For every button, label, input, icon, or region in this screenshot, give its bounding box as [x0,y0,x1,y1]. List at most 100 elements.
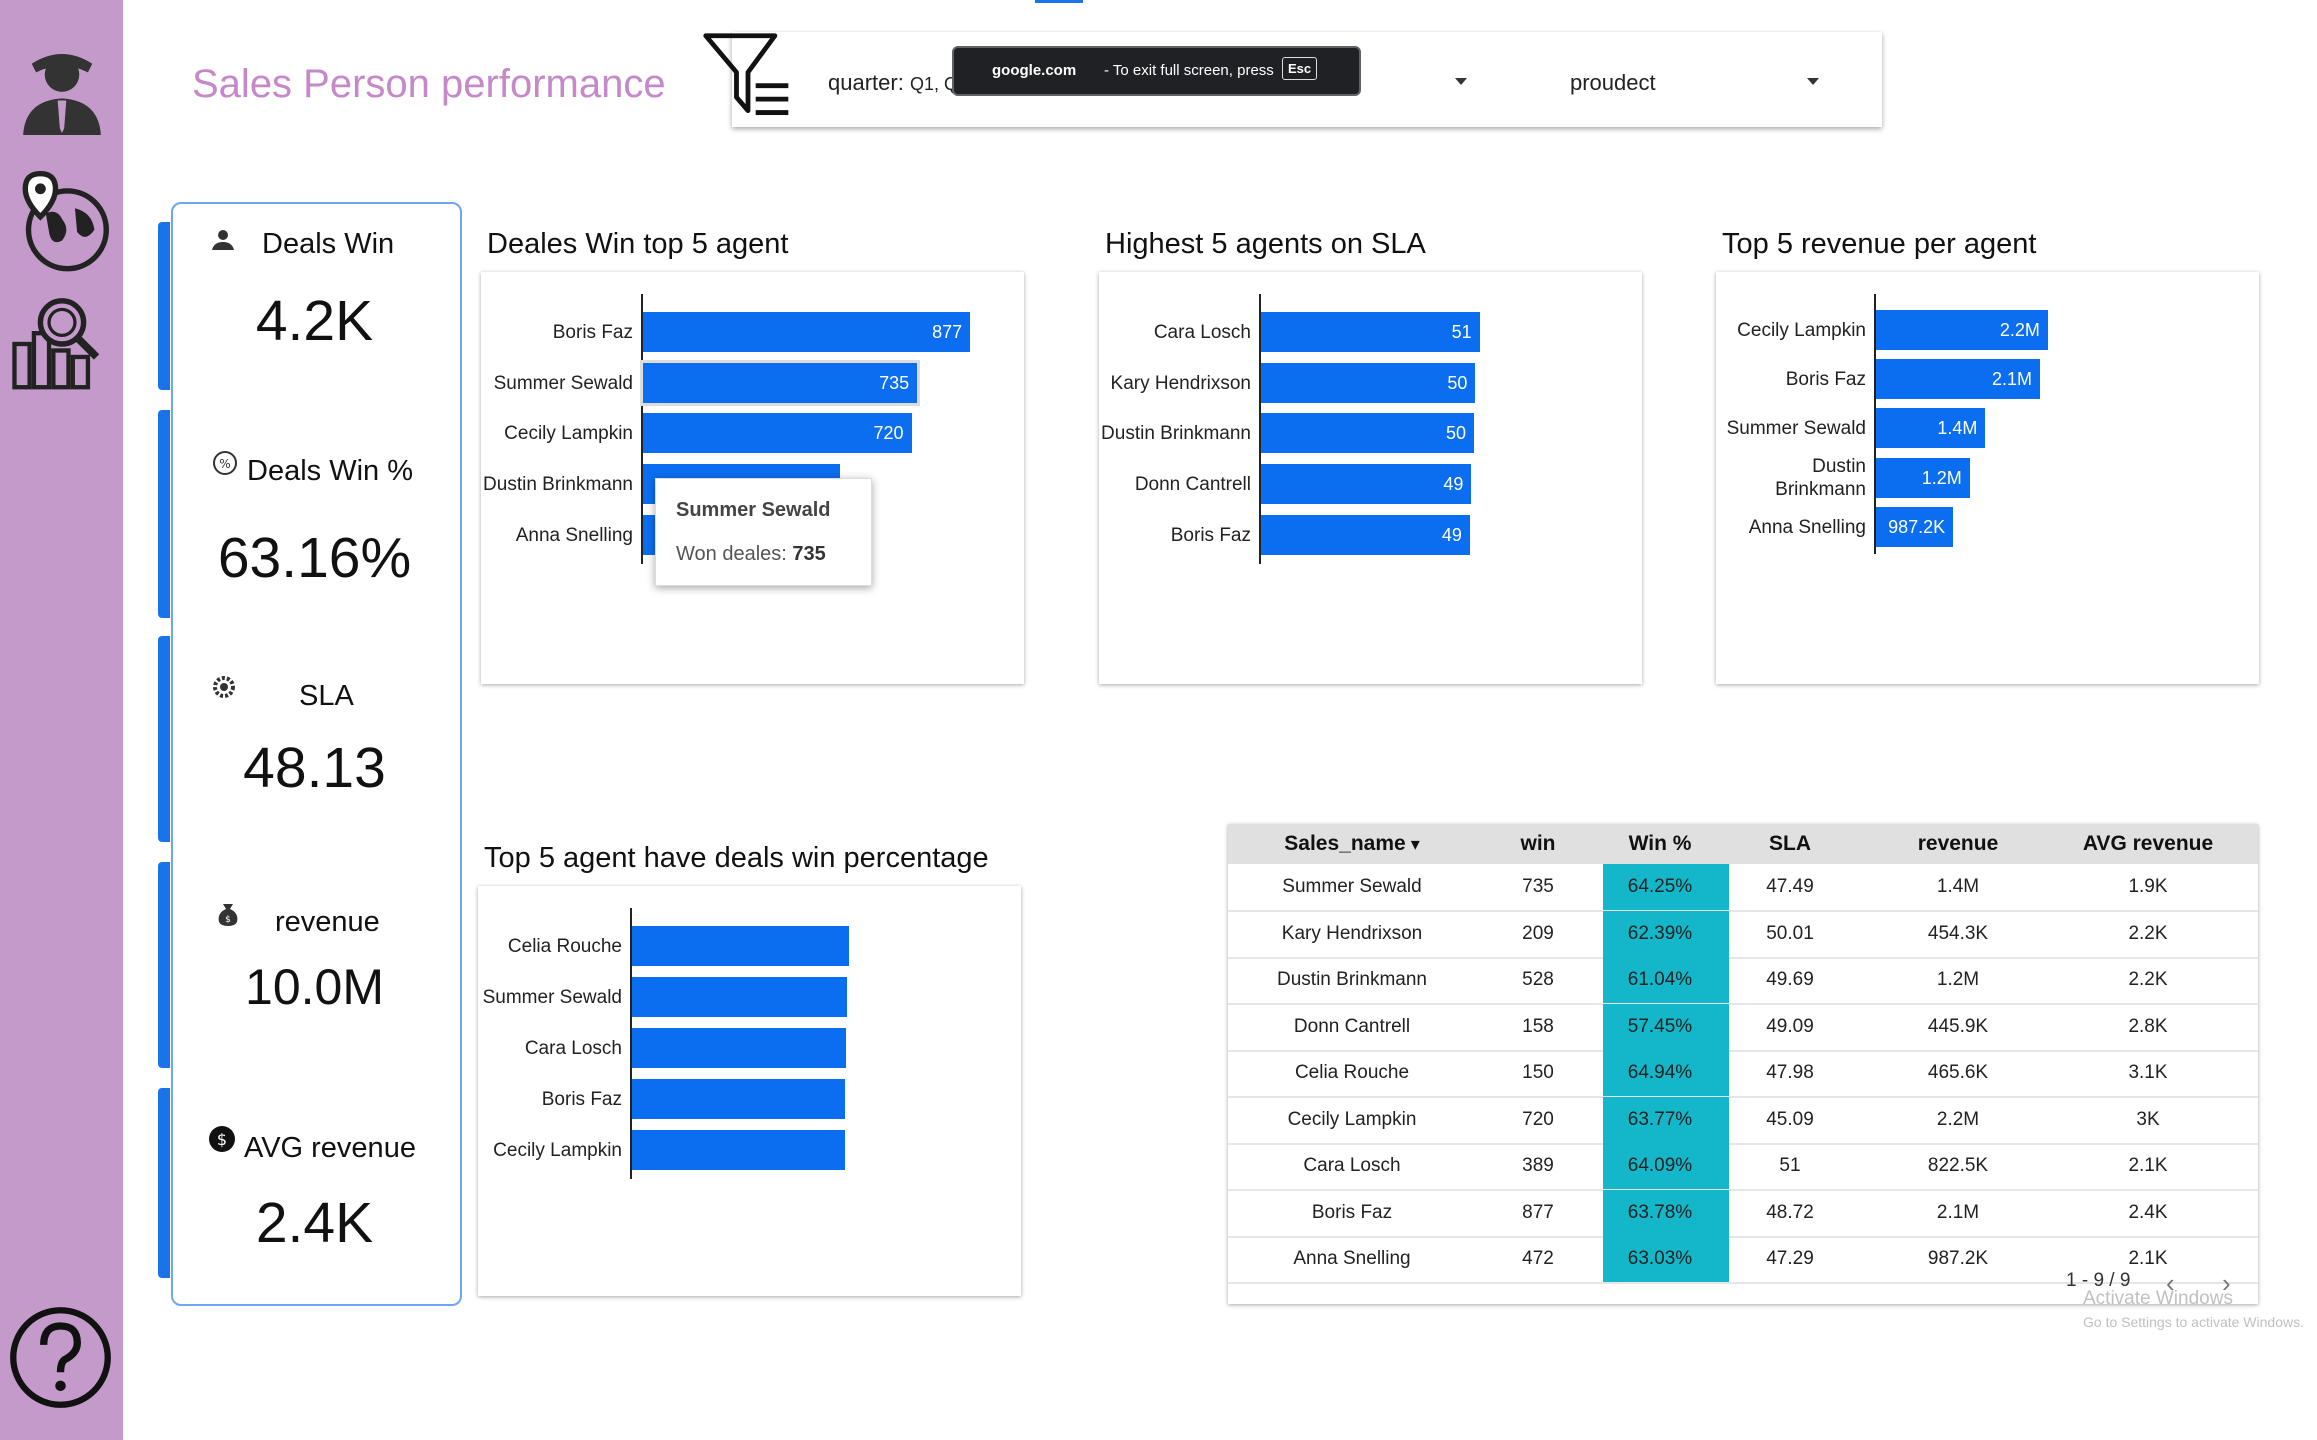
table-cell-revenue: 987.2K [1927,1248,1989,1269]
chart-title-deals-win: Deales Win top 5 agent [487,228,789,260]
table-row[interactable]: Cecily Lampkin 720 63.77% 45.09 2.2M 3K [1228,1096,2258,1145]
win-pct-chart: Celia Rouche Summer Sewald Cara Losch Boris… [478,886,1021,1296]
table-cell-win-pct: 57.45% [1627,1015,1693,1037]
sort-desc-icon[interactable]: ▾ [1406,834,1420,854]
svg-text:$: $ [217,1130,227,1149]
svg-text:%: % [219,457,230,471]
toast-esc-key: Esc [1282,57,1318,80]
col-sla[interactable]: SLA [1735,832,1845,856]
bar-value-label: 49 [1443,474,1464,495]
tooltip-metric-label: Won deales: [676,543,787,565]
kpi-deals-win-pct-value: 63.16% [217,526,412,590]
quarter-filter[interactable]: quarter: Q1, Q [828,70,958,96]
globe-location-icon[interactable] [8,165,116,273]
table-cell-win-pct: 62.39% [1627,922,1693,944]
bar-value-label: 987.2K [1888,516,1946,537]
bar-category-label: Cecily Lampkin [493,1140,622,1161]
kpi-avg-revenue-label: AVG revenue [244,1132,416,1164]
chart-bar[interactable] [632,977,847,1017]
col-sales-name[interactable]: Sales_name ▾ [1242,832,1462,856]
table-cell-sales-name: Donn Cantrell [1293,1015,1411,1037]
bar-category-label: Boris Faz [541,1089,622,1110]
kpi-sla-label: SLA [299,680,354,712]
chart-bar[interactable] [632,1079,846,1119]
table-cell-win-pct: 63.03% [1627,1248,1693,1269]
money-bag-icon: $ [213,898,243,928]
quarter-dropdown-arrow-icon[interactable] [1455,78,1467,85]
col-avg-revenue[interactable]: AVG revenue [2048,832,2248,856]
tooltip-metric-value: 735 [792,543,826,565]
table-header: Sales_name ▾ win Win % SLA revenue AVG revenu… [1228,824,2258,864]
table-row[interactable]: Cara Losch 389 64.09% 51 822.5K 2.1K [1228,1143,2258,1191]
table-cell-revenue: 445.9K [1927,1015,1989,1037]
table-row[interactable]: Summer Sewald 735 64.25% 47.49 1.4M 1.9K [1228,864,2258,912]
table-cell-avg-revenue: 2.2K [2128,922,2168,944]
bar-value-label: 49 [1441,524,1462,545]
toast-message: - To exit full screen, press [1104,62,1274,79]
col-avg-revenue-label: AVG revenue [2082,832,2214,855]
table-row[interactable]: Donn Cantrell 158 57.45% 49.09 445.9K 2.8K [1228,1003,2258,1052]
table-row[interactable]: Boris Faz 877 63.78% 48.72 2.1M 2.4K [1228,1189,2258,1238]
page-tab-indicator[interactable] [1035,0,1083,3]
table-cell-win: 150 [1522,1062,1554,1083]
table-cell-win: 472 [1522,1248,1554,1269]
help-icon[interactable] [8,1305,113,1410]
page-title: Sales Person performance [192,62,666,106]
product-dropdown-arrow-icon[interactable] [1807,78,1819,85]
table-cell-sla: 49.69 [1766,969,1814,990]
chart-bar[interactable] [632,1028,847,1068]
col-revenue-label: revenue [1917,832,1999,855]
tooltip-agent-name: Summer Sewald [676,499,831,521]
kpi-revenue-label: revenue [275,906,380,938]
table-cell-revenue: 454.3K [1927,922,1989,944]
bar-category-label: Cecily Lampkin [1737,320,1866,341]
col-sla-label: SLA [1769,832,1811,855]
col-win-label: win [1520,832,1556,855]
bar-category-label: Cara Losch [1153,322,1251,343]
table-cell-win: 877 [1522,1201,1554,1223]
bar-category-label: Cecily Lampkin [504,423,633,445]
bar-category-label: Anna Snelling [1748,516,1866,538]
table-cell-win-pct: 64.09% [1627,1155,1693,1176]
table-cell-win: 528 [1522,969,1554,990]
table-cell-sales-name: Celia Rouche [1294,1062,1410,1083]
bar-value-label: 50 [1447,372,1468,393]
kpi-revenue-value: 10.0M [245,959,384,1015]
col-win-pct[interactable]: Win % [1597,832,1723,856]
chart-title-sla: Highest 5 agents on SLA [1105,228,1426,260]
bar-category-label: Cara Losch [524,1038,622,1059]
table-cell-revenue: 822.5K [1927,1155,1989,1176]
table-cell-avg-revenue: 1.9K [2128,876,2168,897]
sidebar [0,0,123,1440]
fullscreen-toast: google.com - To exit full screen, press … [952,46,1361,96]
table-row[interactable]: Celia Rouche 150 64.94% 47.98 465.6K 3.1K [1228,1050,2258,1098]
col-win[interactable]: win [1488,832,1588,856]
table-cell-win: 158 [1522,1015,1554,1037]
product-filter[interactable]: proudect [1570,70,1656,96]
sales-person-icon[interactable] [8,40,116,148]
bar-category-label: Celia Rouche [507,936,622,957]
kpi-accent-bar [158,1088,170,1278]
bar-category-label: Summer Sewald [493,372,633,394]
chart-bar[interactable] [632,926,850,966]
table-cell-win-pct: 63.78% [1627,1201,1693,1223]
table-cell-revenue: 2.2M [1936,1108,1980,1130]
kpi-sla-value: 48.13 [243,736,386,800]
analytics-search-icon[interactable] [8,290,116,398]
col-revenue[interactable]: revenue [1878,832,2038,856]
table-cell-avg-revenue: 3.1K [2128,1062,2168,1083]
bar-category-label: Dustin Brinkmann [1101,423,1251,445]
table-row[interactable]: Kary Hendrixson 209 62.39% 50.01 454.3K 2.2K [1228,910,2258,959]
bar-category-label: Anna Snelling [515,524,633,546]
chart-bar[interactable] [632,1130,846,1170]
table-cell-avg-revenue: 3K [2136,1108,2160,1130]
table-cell-avg-revenue: 2.2K [2128,969,2168,990]
table-cell-sales-name: Dustin Brinkmann [1277,969,1427,990]
toast-domain: google.com [992,62,1077,79]
bar-category-label: Dustin Brinkmann [1775,455,1866,500]
bar-category-label: Boris Faz [1785,369,1866,391]
table-row[interactable]: Dustin Brinkmann 528 61.04% 49.69 1.2M 2.2K [1228,957,2258,1005]
bar-value-label: 50 [1446,423,1467,444]
quarter-filter-value: Q1, Q [909,74,958,94]
table-cell-avg-revenue: 2.1K [2128,1248,2168,1269]
